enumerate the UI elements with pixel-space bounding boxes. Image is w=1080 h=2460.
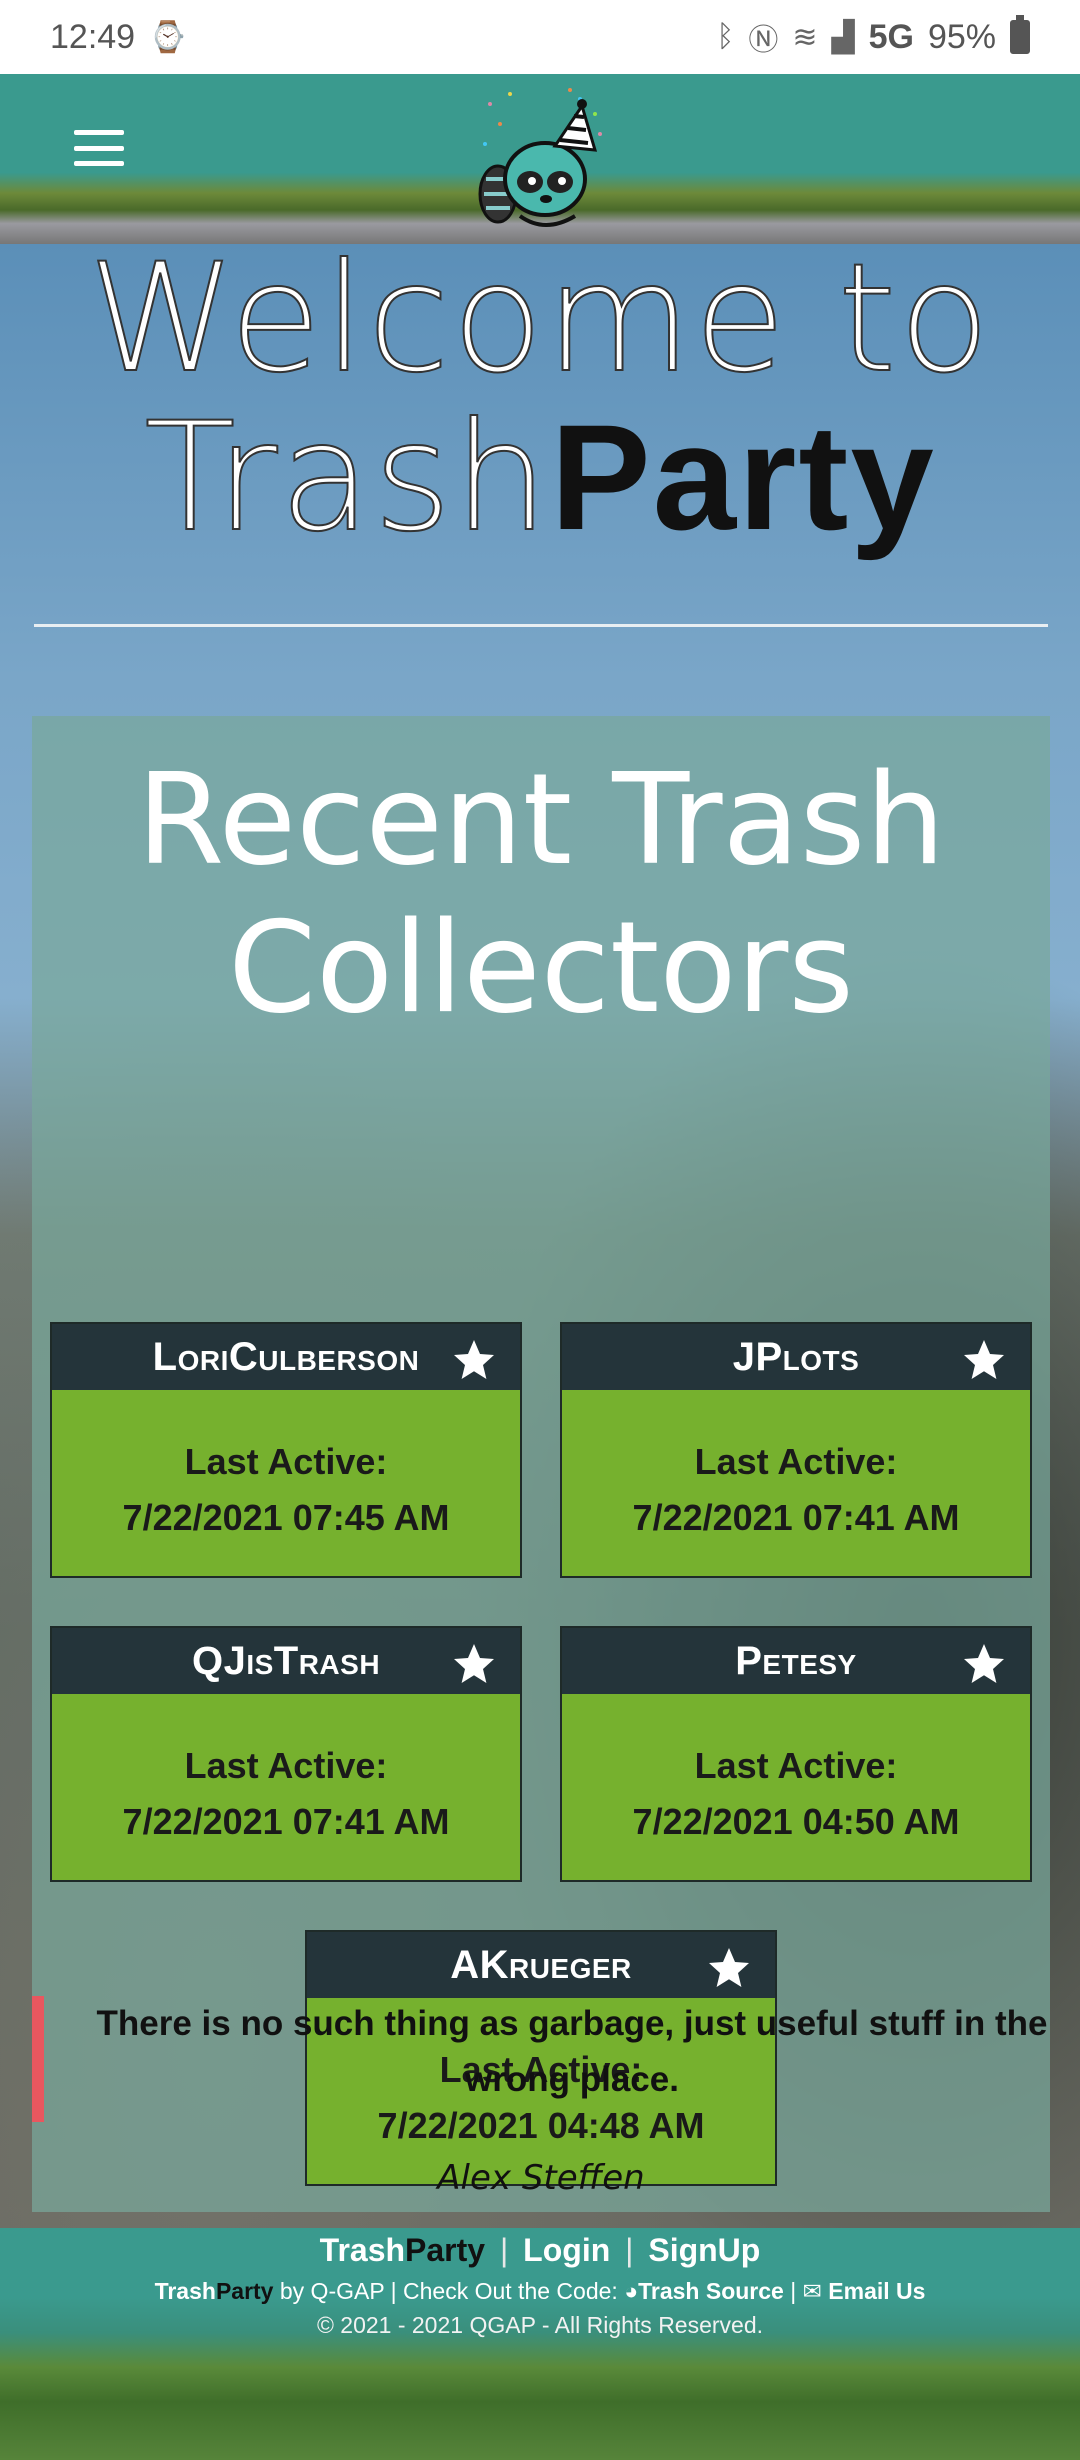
quote-text: There is no such thing as garbage, just …	[96, 2004, 1048, 2099]
collector-card[interactable]: Petesy Last Active: 7/22/2021 04:50 AM	[560, 1626, 1032, 1882]
quote-block: There is no such thing as garbage, just …	[32, 1996, 1050, 2122]
welcome-party: Party	[550, 393, 936, 561]
footer-copyright: © 2021 - 2021 QGAP - All Rights Reserved…	[316, 2312, 764, 2338]
welcome-line1: Welcome to	[87, 232, 993, 406]
collector-activity: Last Active: 7/22/2021 07:45 AM	[52, 1390, 520, 1546]
star-icon[interactable]	[450, 1640, 498, 1688]
network-type: 5G	[868, 17, 914, 56]
status-time: 12:49	[50, 17, 136, 56]
email-us-link[interactable]: ✉ Email Us	[803, 2278, 926, 2304]
title-line1: Recent Trash	[136, 746, 946, 893]
last-active-label: Last Active:	[694, 1441, 898, 1482]
collector-name: AKrueger	[307, 1932, 775, 1998]
recent-collectors-panel: Recent Trash Collectors LoriCulberson La…	[32, 716, 1050, 2212]
bluetooth-icon: ᛒ	[716, 20, 735, 53]
title-line2: Collectors	[228, 894, 854, 1041]
nfc-icon: Ⓝ	[748, 24, 779, 57]
welcome-trash: Trash	[143, 391, 551, 565]
star-icon[interactable]	[705, 1944, 753, 1992]
wifi-icon: ≋	[792, 20, 818, 54]
footer-login-link[interactable]: Login	[523, 2232, 610, 2268]
collector-card[interactable]: QJisTrash Last Active: 7/22/2021 07:41 A…	[50, 1626, 522, 1882]
footer-brand-party: Party	[405, 2232, 486, 2268]
footer-credits: TrashParty by Q-GAP | Check Out the Code…	[0, 2278, 1080, 2305]
credits-separator: |	[790, 2278, 797, 2304]
star-icon[interactable]	[960, 1640, 1008, 1688]
hero-divider	[34, 624, 1048, 627]
collector-activity: Last Active: 7/22/2021 07:41 AM	[562, 1390, 1030, 1546]
star-icon[interactable]	[450, 1336, 498, 1384]
collector-name: QJisTrash	[52, 1628, 520, 1694]
welcome-heading: Welcome to TrashParty	[0, 232, 1080, 554]
recent-collectors-title: Recent Trash Collectors	[32, 746, 1050, 1042]
collector-card[interactable]: LoriCulberson Last Active: 7/22/2021 07:…	[50, 1322, 522, 1578]
collector-name-text: JPlots	[732, 1334, 860, 1379]
quote-author: Alex Steffen	[437, 2158, 645, 2198]
watch-icon: ⌚	[149, 20, 187, 54]
collector-name: Petesy	[562, 1628, 1030, 1694]
last-active-label: Last Active:	[694, 1745, 898, 1786]
hamburger-icon[interactable]	[74, 130, 124, 166]
signal-icon: ▟	[831, 20, 855, 54]
collector-activity: Last Active: 7/22/2021 04:50 AM	[562, 1694, 1030, 1850]
last-active-value: 7/22/2021 07:41 AM	[632, 1497, 960, 1538]
footer-separator: |	[625, 2232, 634, 2268]
star-icon[interactable]	[960, 1336, 1008, 1384]
footer-brand-trash: Trash	[319, 2232, 406, 2268]
collector-name-text: Petesy	[735, 1638, 857, 1683]
collector-activity: Last Active: 7/22/2021 07:41 AM	[52, 1694, 520, 1850]
collector-name-text: QJisTrash	[191, 1638, 381, 1683]
footer-signup-link[interactable]: SignUp	[648, 2232, 760, 2268]
credits-brand-trash: Trash	[154, 2278, 216, 2304]
footer-separator: |	[499, 2232, 509, 2268]
envelope-icon: ✉	[802, 2278, 822, 2304]
status-bar: 12:49 ⌚ ᛒ Ⓝ ≋ ▟ 5G 95%	[0, 0, 1080, 74]
source-link-text: Trash Source	[638, 2278, 784, 2304]
collector-name-text: LoriCulberson	[152, 1334, 420, 1379]
collector-card[interactable]: JPlots Last Active: 7/22/2021 07:41 AM	[560, 1322, 1032, 1578]
last-active-label: Last Active:	[184, 1441, 388, 1482]
welcome-line2: TrashParty	[0, 402, 1080, 554]
credits-brand-party: Party	[215, 2278, 274, 2304]
footer-nav: TrashParty | Login | SignUp	[0, 2232, 1080, 2269]
footer-home-link[interactable]: TrashParty	[320, 2232, 485, 2268]
site-footer: TrashParty | Login | SignUp TrashParty b…	[0, 2228, 1080, 2460]
github-source-link[interactable]: ◕Trash Source	[624, 2278, 784, 2304]
credits-by-text: by Q-GAP | Check Out the Code:	[279, 2278, 618, 2304]
last-active-value: 7/22/2021 04:50 AM	[632, 1801, 960, 1842]
last-active-value: 7/22/2021 07:45 AM	[122, 1497, 450, 1538]
last-active-value: 7/22/2021 07:41 AM	[122, 1801, 450, 1842]
raccoon-logo-icon[interactable]	[460, 84, 620, 234]
battery-icon	[1010, 15, 1030, 54]
last-active-label: Last Active:	[184, 1745, 388, 1786]
battery-percent: 95%	[927, 17, 996, 56]
site-header	[0, 74, 1080, 244]
collector-name: LoriCulberson	[52, 1324, 520, 1390]
collector-name: JPlots	[562, 1324, 1030, 1390]
email-link-text: Email Us	[828, 2278, 926, 2304]
collector-name-text: AKrueger	[450, 1942, 632, 1987]
github-icon: ◕	[624, 2278, 639, 2304]
hero-section: Welcome to TrashParty Recent Trash Colle…	[0, 232, 1080, 2228]
